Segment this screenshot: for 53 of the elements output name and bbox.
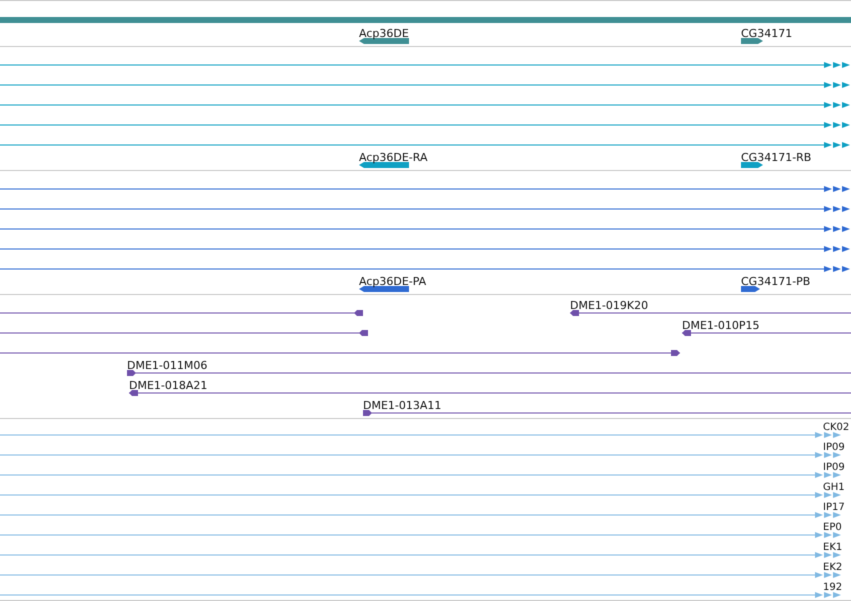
est-glyph[interactable]	[0, 492, 841, 498]
transcript-glyph[interactable]	[0, 206, 850, 212]
feature-label: CG34171-PB	[741, 275, 810, 288]
feature-label: IP09	[823, 441, 845, 454]
feature-label: DME1-018A21	[129, 379, 208, 392]
transcript-glyph[interactable]	[0, 62, 850, 68]
transcript-glyph[interactable]	[0, 246, 850, 252]
transcript-glyph[interactable]	[359, 286, 409, 292]
feature-label: Acp36DE	[359, 27, 409, 40]
gene-glyph[interactable]	[359, 38, 409, 44]
transcript-glyph[interactable]	[0, 142, 850, 148]
est-glyph[interactable]	[0, 552, 841, 558]
est-glyph[interactable]	[0, 452, 841, 458]
feature-label: EK1	[823, 541, 842, 554]
est-glyph[interactable]	[0, 472, 841, 478]
feature-label: EK2	[823, 561, 842, 574]
est-glyph[interactable]	[0, 572, 841, 578]
gene-glyph[interactable]	[741, 38, 763, 44]
transcript-glyph[interactable]	[0, 186, 850, 192]
transcript-glyph[interactable]	[0, 266, 850, 272]
feature-label: EP0	[823, 521, 842, 534]
feature-label: GH1	[823, 481, 845, 494]
transcript-glyph[interactable]	[741, 286, 760, 292]
transcript-glyph[interactable]	[359, 162, 409, 168]
feature-label: IP17	[823, 501, 845, 514]
feature-label: DME1-011M06	[127, 359, 208, 372]
clone-glyph[interactable]	[127, 370, 851, 376]
transcript-glyph[interactable]	[0, 122, 850, 128]
est-glyph[interactable]	[0, 532, 841, 538]
feature-label: Acp36DE-RA	[359, 151, 428, 164]
clone-glyph[interactable]	[0, 330, 368, 336]
transcript-glyph[interactable]	[0, 226, 850, 232]
est-glyph[interactable]	[0, 432, 841, 438]
clone-glyph[interactable]	[570, 310, 851, 316]
transcript-glyph[interactable]	[0, 82, 850, 88]
est-glyph[interactable]	[0, 592, 841, 598]
feature-label: CG34171-RB	[741, 151, 812, 164]
clone-glyph[interactable]	[0, 310, 363, 316]
clone-glyph[interactable]	[0, 350, 680, 356]
est-glyph[interactable]	[0, 512, 841, 518]
feature-label: DME1-010P15	[682, 319, 760, 332]
transcript-glyph[interactable]	[0, 102, 850, 108]
feature-label: DME1-013A11	[363, 399, 442, 412]
feature-label: CG34171	[741, 27, 792, 40]
clone-glyph[interactable]	[363, 410, 851, 416]
feature-label: Acp36DE-PA	[359, 275, 426, 288]
clone-glyph[interactable]	[129, 390, 851, 396]
feature-label: 192	[823, 581, 842, 594]
feature-label: CK02	[823, 421, 850, 434]
clone-glyph[interactable]	[682, 330, 851, 336]
feature-label: IP09	[823, 461, 845, 474]
feature-label: DME1-019K20	[570, 299, 648, 312]
transcript-glyph[interactable]	[741, 162, 763, 168]
